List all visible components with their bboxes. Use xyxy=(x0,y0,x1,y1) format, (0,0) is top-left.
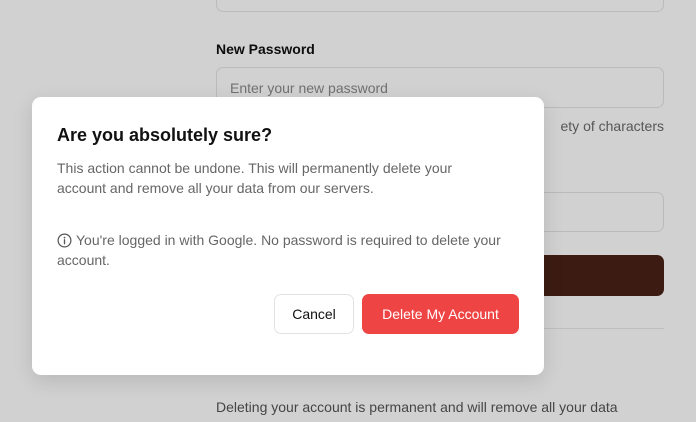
google-login-note-text: You're logged in with Google. No passwor… xyxy=(57,232,501,268)
delete-account-button[interactable]: Delete My Account xyxy=(362,294,519,334)
delete-account-dialog: Are you absolutely sure? This action can… xyxy=(32,97,544,375)
dialog-description: This action cannot be undone. This will … xyxy=(57,160,453,196)
info-icon xyxy=(57,233,72,248)
dialog-title: Are you absolutely sure? xyxy=(57,125,273,145)
google-login-note: You're logged in with Google. No passwor… xyxy=(57,230,527,270)
cancel-button[interactable]: Cancel xyxy=(274,294,354,334)
